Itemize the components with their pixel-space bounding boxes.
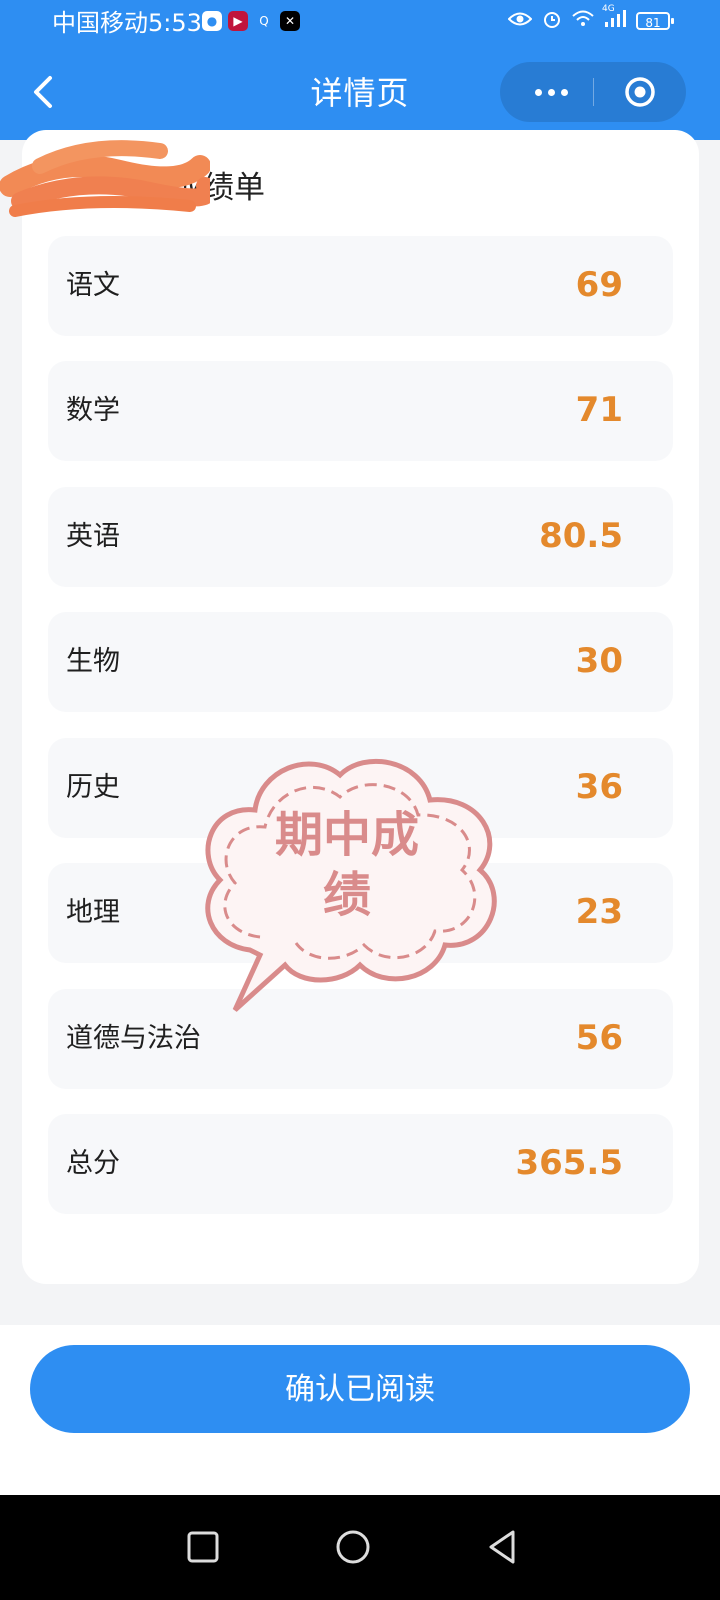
stamp-line-2: 绩 — [322, 867, 371, 923]
square-icon — [187, 1531, 219, 1563]
redaction-scribble — [0, 140, 210, 217]
eye-icon — [507, 11, 533, 31]
wifi-icon — [572, 10, 594, 32]
score-value: 71 — [575, 390, 623, 430]
signal-icon: 4G — [602, 4, 626, 32]
subject-label: 生物 — [66, 646, 120, 677]
score-row: 语文 69 — [48, 236, 673, 336]
battery-level: 81 — [645, 16, 661, 30]
subject-label: 道德与法治 — [66, 1023, 201, 1054]
back-nav-button[interactable] — [483, 1527, 523, 1567]
subject-label: 历史 — [66, 772, 120, 803]
close-mini-program-button[interactable] — [624, 76, 656, 108]
capcut-icon: ✕ — [280, 11, 300, 31]
score-value: 80.5 — [539, 516, 623, 556]
subject-label: 总分 — [66, 1148, 120, 1179]
score-value: 23 — [575, 892, 623, 932]
video-app-icon: ▶ — [228, 11, 248, 31]
recent-apps-button[interactable] — [183, 1527, 223, 1567]
alarm-icon — [542, 9, 562, 33]
subject-label: 数学 — [66, 395, 120, 426]
subject-label: 英语 — [66, 521, 120, 552]
stamp-line-1: 期中成 — [274, 807, 419, 863]
carrier-time: 中国移动5:53 — [52, 9, 202, 37]
mini-program-capsule — [500, 62, 686, 122]
confirm-read-button[interactable]: 确认已阅读 — [30, 1345, 690, 1433]
score-row: 英语 80.5 — [48, 487, 673, 587]
target-icon — [625, 77, 655, 107]
stamp-text: 期中成 绩 — [242, 805, 452, 925]
subject-label: 语文 — [66, 270, 120, 301]
more-button[interactable] — [522, 62, 580, 122]
score-row: 数学 71 — [48, 361, 673, 461]
subject-label: 地理 — [66, 897, 120, 928]
total-row: 总分 365.5 — [48, 1114, 673, 1214]
status-bar: 中国移动5:53 ● ▶ Q ✕ 4G 81 — [0, 0, 720, 46]
triangle-back-icon — [489, 1530, 515, 1564]
score-row: 生物 30 — [48, 612, 673, 712]
score-value: 56 — [575, 1018, 623, 1058]
battery-icon: 81 — [636, 12, 674, 30]
search-app-icon: Q — [254, 11, 274, 31]
score-value: 36 — [575, 767, 623, 807]
score-value: 69 — [575, 265, 623, 305]
total-score-value: 365.5 — [515, 1143, 623, 1183]
network-type: 4G — [602, 4, 615, 14]
score-value: 30 — [575, 641, 623, 681]
circle-icon — [336, 1530, 370, 1564]
wechat-icon: ● — [202, 11, 222, 31]
system-navigation-bar — [0, 1495, 720, 1600]
home-button[interactable] — [333, 1527, 373, 1567]
